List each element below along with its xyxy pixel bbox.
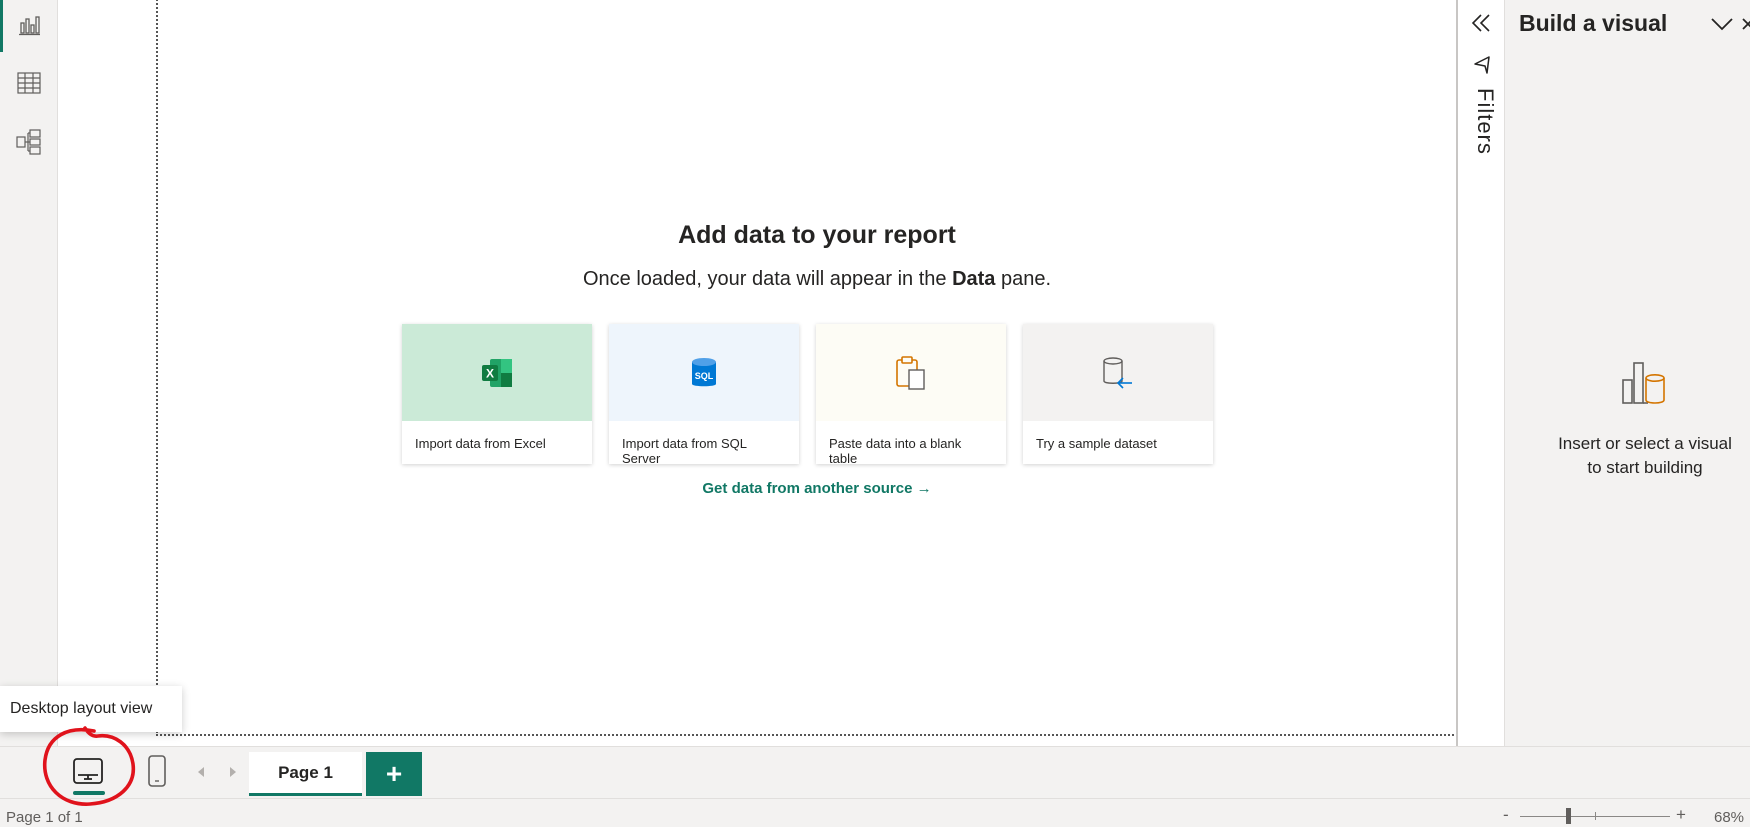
chevron-down-icon[interactable] [1710,14,1734,34]
subtitle-suffix: pane. [995,268,1052,290]
zoom-slider-midmark [1595,812,1596,820]
import-excel-card[interactable]: X Import data from Excel [402,324,592,464]
sample-database-icon [1103,356,1132,389]
report-view-button[interactable] [0,0,57,52]
double-chevron-left-icon[interactable] [1470,12,1492,34]
subtitle-data-pane: Data [952,268,996,290]
zoom-level[interactable]: 68% [1714,809,1744,826]
hint-line-2: to start building [1587,458,1703,477]
table-view-button[interactable] [0,58,57,108]
filters-pane-collapsed[interactable]: Filters [1456,0,1506,746]
prev-page-arrow-icon[interactable] [196,765,206,779]
report-page[interactable]: Add data to your report Once loaded, you… [156,0,1474,736]
sample-dataset-card[interactable]: Try a sample dataset [1023,324,1213,464]
annotation-circle [42,726,136,806]
zoom-in-button[interactable]: + [1676,805,1686,825]
status-bar: Page 1 of 1 - + 68% [0,798,1750,827]
empty-state-subtitle: Once loaded, your data will appear in th… [158,268,1476,291]
build-visual-pane: Build a visual Insert or select a visual… [1504,0,1750,746]
page-navigation-bar: Page 1 + [0,746,1750,799]
next-page-arrow-icon[interactable] [228,765,238,779]
excel-icon: X [482,358,512,387]
view-rail [0,0,58,746]
model-diagram-icon [15,129,41,155]
paste-clipboard-icon [896,355,925,390]
bar-chart-icon [18,16,40,36]
get-data-other-source-link[interactable]: Get data from another source → [158,480,1476,497]
sql-card-banner: SQL [609,324,799,421]
hint-line-1: Insert or select a visual [1558,434,1732,453]
build-visual-title: Build a visual [1519,10,1668,36]
svg-text:SQL: SQL [695,371,714,381]
table-grid-icon [16,72,41,94]
page-tab-1[interactable]: Page 1 [249,752,362,796]
paste-data-card[interactable]: Paste data into a blank table [816,324,1006,466]
filter-funnel-icon [1474,56,1490,74]
zoom-slider[interactable] [1520,808,1670,824]
paste-data-label: Paste data into a blank table [829,436,962,466]
empty-state-title: Add data to your report [678,221,956,249]
paste-card-banner [816,324,1006,421]
sql-database-icon: SQL [692,357,716,386]
sample-dataset-label: Try a sample dataset [1036,436,1157,451]
svg-text:X: X [486,366,494,380]
build-visual-hint: Insert or select a visual to start build… [1535,432,1750,480]
import-excel-label: Import data from Excel [415,436,546,451]
zoom-out-button[interactable]: - [1503,805,1509,825]
sample-card-banner [1023,324,1213,421]
model-view-button[interactable] [0,117,57,167]
import-sql-card[interactable]: SQL Import data from SQL Server [609,324,799,466]
zoom-slider-thumb[interactable] [1566,808,1572,824]
mobile-layout-icon[interactable] [147,755,167,787]
add-page-button[interactable]: + [366,752,422,796]
close-icon[interactable] [1741,14,1750,34]
filters-label[interactable]: Filters [1472,88,1498,155]
report-canvas[interactable]: Add data to your report Once loaded, you… [58,0,1474,746]
excel-card-banner: X [402,324,592,421]
build-visual-icon [1622,362,1665,404]
import-sql-label: Import data from SQL Server [622,436,747,466]
subtitle-prefix: Once loaded, your data will appear in th… [582,268,953,290]
